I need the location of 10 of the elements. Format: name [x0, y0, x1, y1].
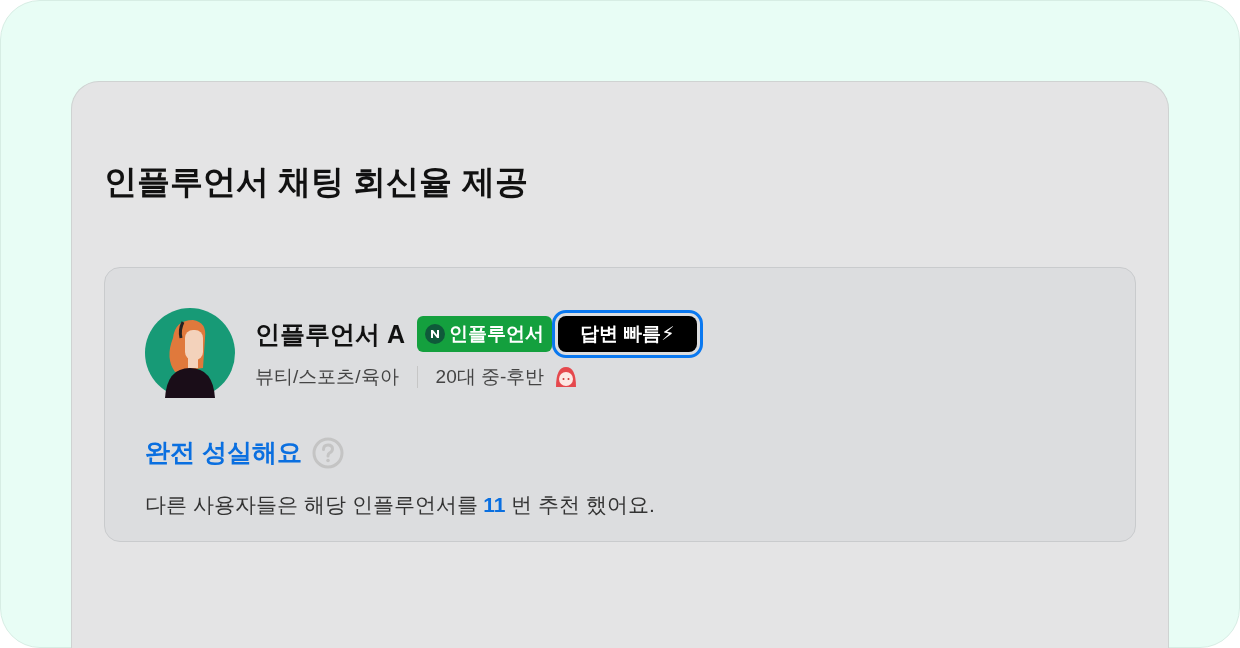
category-text: 뷰티/스포츠/육아 [255, 365, 399, 389]
girl-face-icon [554, 365, 579, 389]
n-logo-icon [425, 324, 445, 344]
influencer-name: 인플루언서 A [255, 318, 405, 350]
rating-label: 완전 성실해요 [145, 437, 302, 468]
age-text: 20대 중-후반 [435, 365, 545, 389]
influencer-badge: 인플루언서 [417, 316, 552, 352]
help-icon[interactable] [311, 436, 344, 469]
recommendation-text: 다른 사용자들은 해당 인플루언서를 11 번 추천 했어요. [145, 492, 656, 518]
section-title: 인플루언서 채팅 회신율 제공 [104, 162, 529, 202]
